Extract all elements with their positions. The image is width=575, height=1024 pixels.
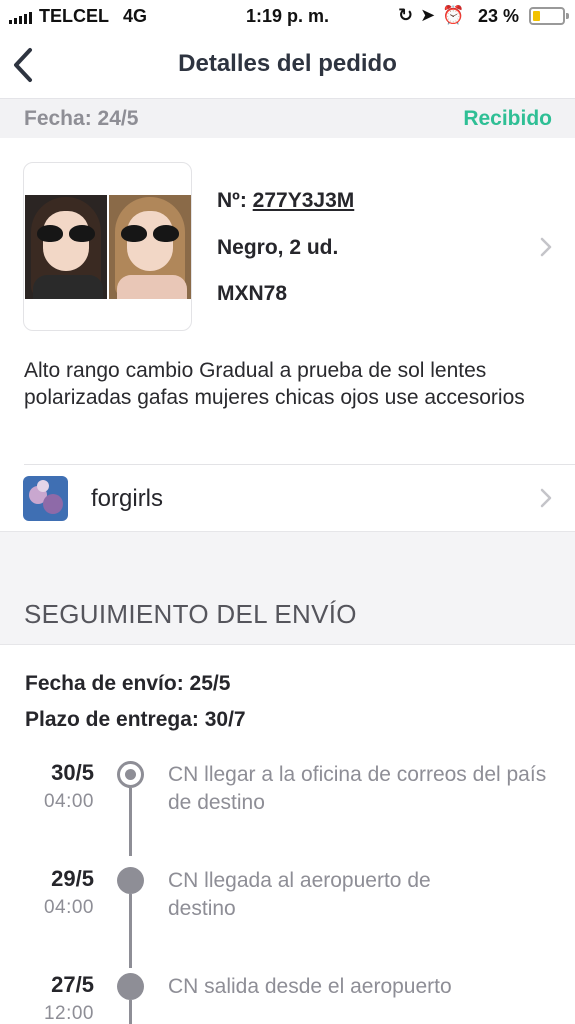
- alarm-icon: ⏰: [442, 5, 465, 25]
- order-status-badge: Recibido: [463, 107, 552, 130]
- tracking-section-header: SEGUIMIENTO DEL ENVÍO: [0, 531, 575, 645]
- event-time: 04:00: [43, 791, 94, 812]
- event-date: 29/5: [51, 866, 94, 891]
- event-time: 12:00: [43, 1003, 94, 1024]
- timeline-event: 27/5 12:00 CN salida desde el aeropuerto: [0, 962, 575, 1024]
- tracking-heading: SEGUIMIENTO DEL ENVÍO: [24, 599, 357, 629]
- location-arrow-icon: ➤: [420, 5, 436, 25]
- battery-icon: [529, 7, 569, 25]
- event-date: 30/5: [51, 760, 94, 785]
- ship-date: Fecha de envío: 25/5: [25, 672, 231, 695]
- order-number-prefix: Nº:: [217, 189, 253, 212]
- delivery-deadline: Plazo de entrega: 30/7: [25, 708, 246, 731]
- status-dot-icon: [117, 973, 144, 1000]
- tracking-timeline: 30/5 04:00 CN llegar a la oficina de cor…: [0, 750, 575, 1024]
- order-date: Fecha: 24/5: [24, 107, 139, 130]
- status-dot-icon: [117, 867, 144, 894]
- battery-percent: 23 %: [478, 6, 520, 26]
- event-date: 27/5: [51, 972, 94, 997]
- timeline-event: 30/5 04:00 CN llegar a la oficina de cor…: [0, 750, 575, 850]
- product-image: [23, 162, 192, 331]
- chevron-right-icon: [540, 488, 552, 508]
- product-variant: Negro, 2 ud.: [217, 236, 339, 259]
- product-description: Alto rango cambio Gradual a prueba de so…: [24, 359, 525, 409]
- timeline-event: 29/5 04:00 CN llegada al aeropuerto de d…: [0, 856, 575, 956]
- status-icons: ↻ ➤ ⏰: [398, 5, 465, 26]
- product-card[interactable]: Nº: 277Y3J3M Negro, 2 ud. MXN78: [0, 138, 575, 338]
- event-description: CN salida desde el aeropuerto: [168, 975, 452, 998]
- current-status-dot-icon: [117, 761, 144, 788]
- order-date-band: Fecha: 24/5 Recibido: [0, 98, 575, 138]
- nav-bar: Detalles del pedido: [0, 34, 575, 98]
- shop-avatar: [23, 476, 68, 521]
- page-title: Detalles del pedido: [178, 50, 397, 77]
- event-description: CN llegada al aeropuerto de destino: [168, 869, 431, 920]
- shop-name: forgirls: [91, 485, 164, 512]
- order-number: Nº: 277Y3J3M: [217, 189, 354, 213]
- product-price: MXN78: [217, 282, 288, 305]
- status-bar: TELCEL 4G 1:19 p. m. ↻ ➤ ⏰ 23 %: [0, 0, 575, 34]
- chevron-right-icon: [540, 237, 552, 257]
- event-description: CN llegar a la oficina de correos del pa…: [168, 763, 547, 814]
- lock-rotation-icon: ↻: [398, 5, 414, 25]
- shop-row[interactable]: forgirls: [0, 465, 575, 531]
- order-number-value[interactable]: 277Y3J3M: [253, 189, 355, 212]
- event-time: 04:00: [43, 897, 94, 918]
